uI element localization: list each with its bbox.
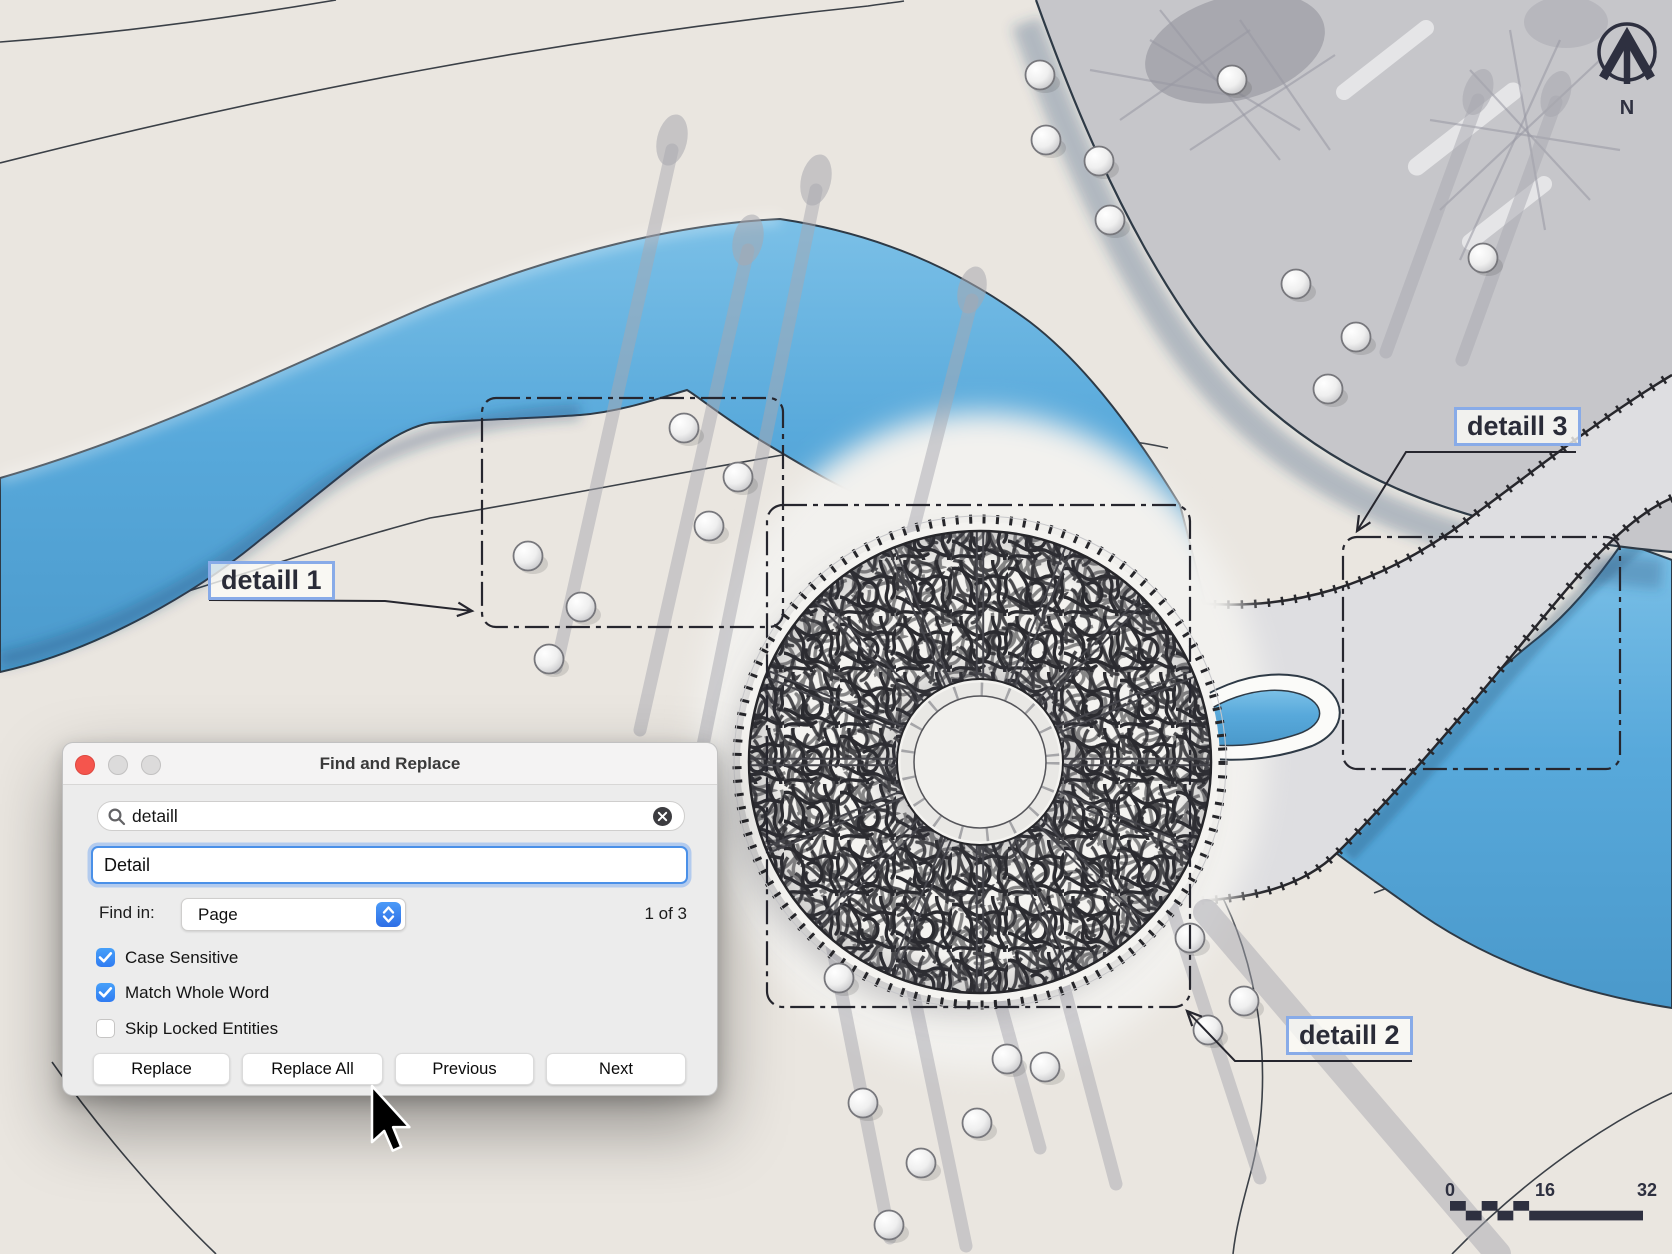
dropdown-stepper-icon[interactable]	[376, 902, 401, 927]
search-input[interactable]: detaill	[97, 801, 685, 831]
replace-value: Detail	[104, 855, 151, 875]
checkbox-label: Case Sensitive	[125, 948, 239, 967]
north-label: N	[1620, 97, 1634, 119]
clear-search-button[interactable]	[652, 806, 673, 827]
find-in-label: Find in:	[99, 903, 155, 922]
detail-label-1[interactable]: detaill 1	[208, 561, 335, 600]
checkbox-checked-icon[interactable]	[96, 948, 115, 967]
match-counter: 1 of 3	[644, 904, 687, 923]
replace-input[interactable]: Detail	[91, 846, 688, 884]
search-value: detaill	[132, 806, 178, 826]
find-in-selected-value: Page	[198, 905, 238, 924]
mouse-cursor	[370, 1084, 411, 1152]
find-and-replace-dialog: Find and Replace detaill Detail Find in:…	[62, 742, 718, 1096]
replace-all-button[interactable]: Replace All	[242, 1053, 383, 1085]
checkbox-checked-icon[interactable]	[96, 983, 115, 1002]
layout-document-canvas[interactable]: N 0 16 32 detaill 1 detaill 2 detaill 3 …	[0, 0, 1672, 1254]
stadium-lattice	[657, 439, 1303, 1085]
checkbox-label: Match Whole Word	[125, 983, 270, 1002]
checkbox-unchecked-icon[interactable]	[96, 1019, 115, 1038]
dialog-title: Find and Replace	[319, 754, 461, 773]
detail-label-2[interactable]: detaill 2	[1286, 1016, 1413, 1055]
find-in-select[interactable]: Page	[181, 898, 406, 931]
replace-button[interactable]: Replace	[93, 1053, 230, 1085]
detail-label-3[interactable]: detaill 3	[1454, 407, 1581, 446]
scale-tick-32: 32	[1637, 1180, 1657, 1200]
scale-tick-0: 0	[1445, 1180, 1455, 1200]
dialog-titlebar[interactable]: Find and Replace	[63, 743, 717, 785]
next-button[interactable]: Next	[546, 1053, 686, 1085]
search-icon	[108, 808, 126, 826]
scale-tick-16: 16	[1535, 1180, 1555, 1200]
checkbox-label: Skip Locked Entities	[125, 1019, 279, 1038]
